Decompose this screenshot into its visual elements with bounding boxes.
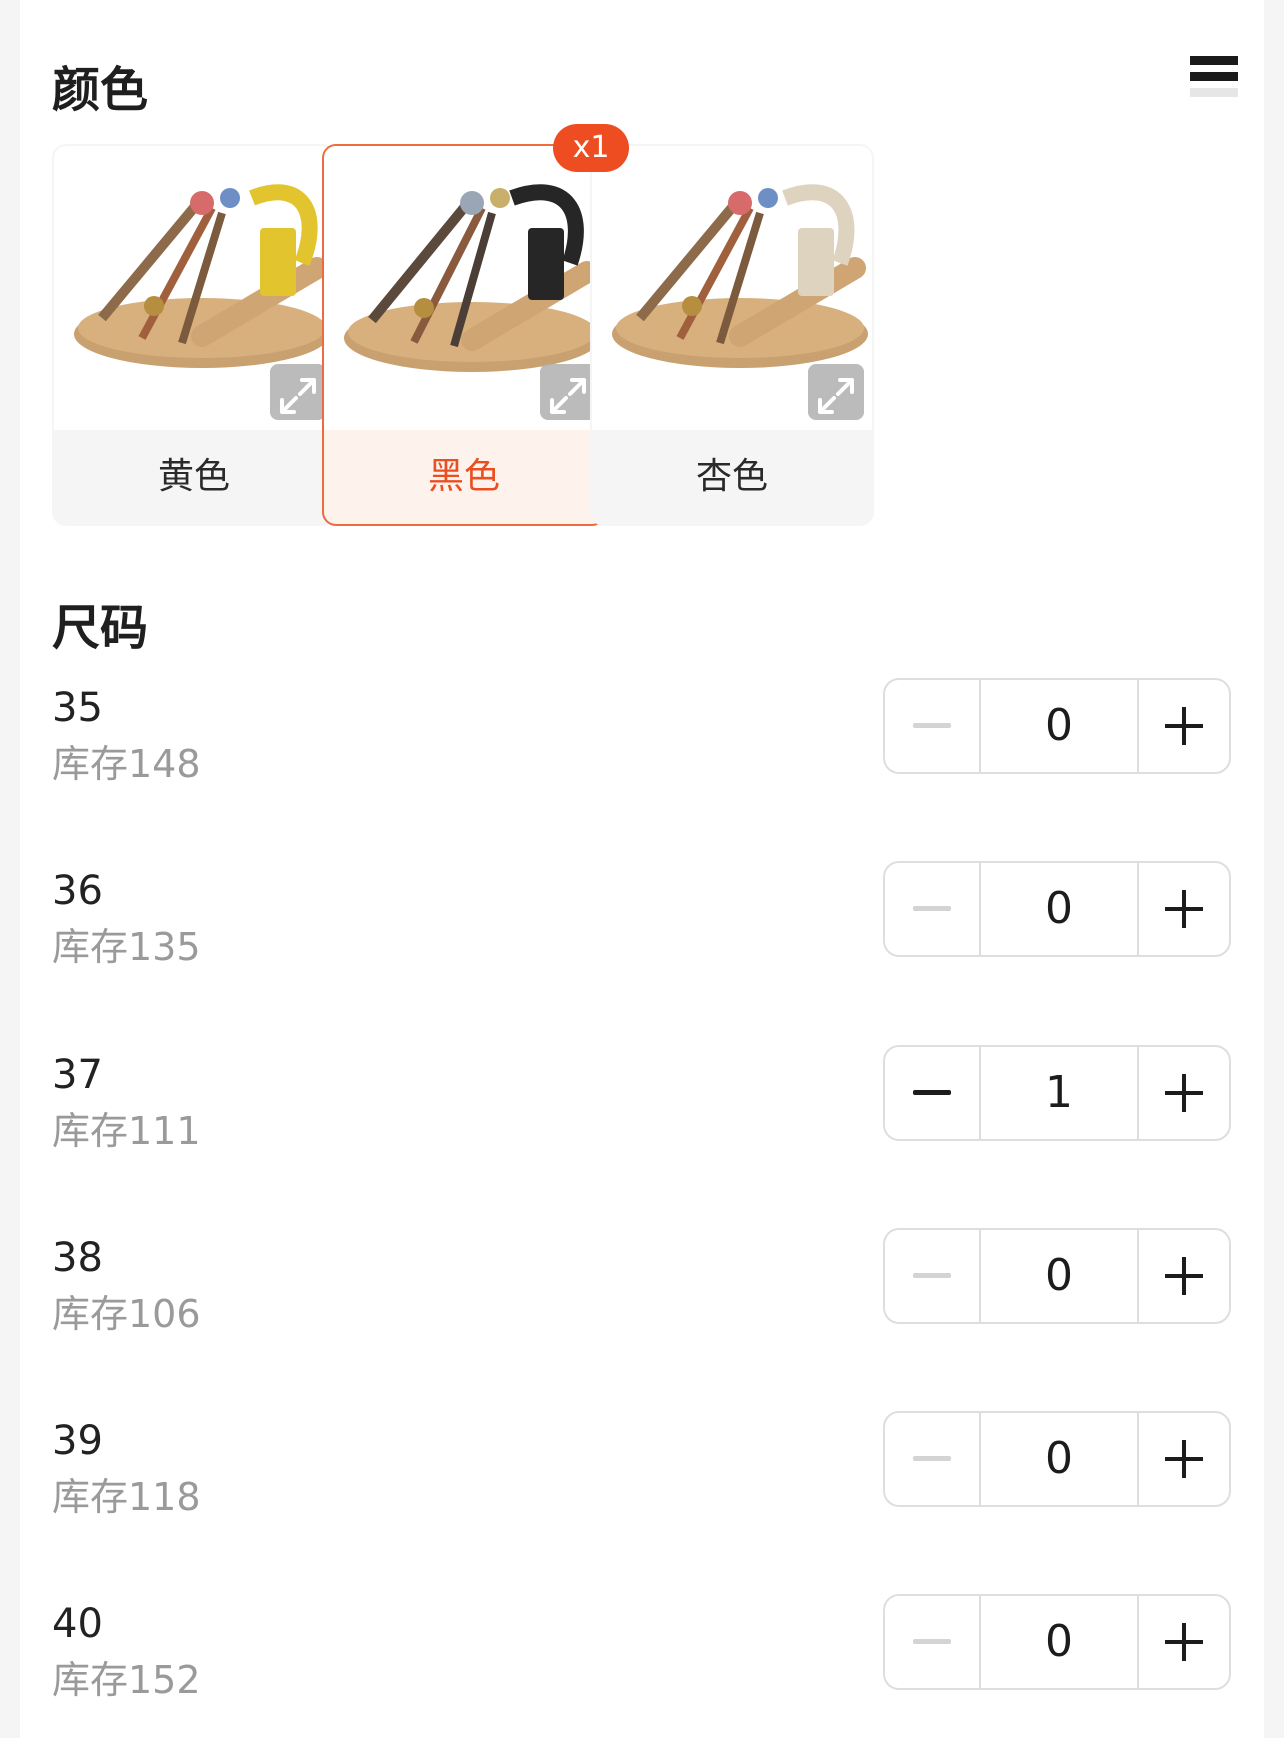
- minus-icon: [913, 1273, 951, 1278]
- quantity-stepper: [883, 1045, 1231, 1141]
- color-option-label: 黑色: [427, 456, 500, 497]
- size-value: 37: [52, 1052, 103, 1098]
- color-option-yellow[interactable]: 黄色: [52, 144, 336, 526]
- quantity-stepper: [883, 1411, 1231, 1507]
- size-row: 37 库存111: [52, 1045, 1264, 1153]
- quantity-input[interactable]: [981, 1047, 1139, 1139]
- decrease-button[interactable]: [885, 1596, 981, 1688]
- increase-button[interactable]: [1139, 1596, 1229, 1688]
- increase-button[interactable]: [1139, 863, 1229, 955]
- decrease-button[interactable]: [885, 1230, 981, 1322]
- expand-icon: [280, 378, 316, 414]
- quantity-input[interactable]: [981, 1413, 1139, 1505]
- stock-count: 库存135: [52, 925, 201, 969]
- decrease-button[interactable]: [885, 680, 981, 772]
- color-option-label: 杏色: [695, 456, 768, 497]
- size-value: 38: [52, 1235, 103, 1281]
- minus-icon: [913, 1090, 951, 1095]
- quantity-input[interactable]: [981, 1596, 1139, 1688]
- expand-image-button[interactable]: [808, 364, 864, 420]
- product-image: [54, 146, 334, 430]
- selected-quantity-badge: x1: [553, 124, 629, 172]
- sku-panel: 颜色 黄色 黑色 杏色 x1 尺码 35 库存148 0 36 库存135 0 …: [20, 0, 1264, 1738]
- size-section-title: 尺码: [52, 600, 149, 656]
- color-option-apricot[interactable]: 杏色: [590, 144, 874, 526]
- color-option-black[interactable]: 黑色: [322, 144, 606, 526]
- size-value: 36: [52, 868, 103, 914]
- quantity-stepper: [883, 1228, 1231, 1324]
- stock-count: 库存111: [52, 1109, 201, 1153]
- stock-count: 库存106: [52, 1292, 201, 1336]
- minus-icon: [913, 723, 951, 728]
- quantity-stepper: [883, 1594, 1231, 1690]
- increase-button[interactable]: [1139, 1413, 1229, 1505]
- product-image: [592, 146, 872, 430]
- stock-count: 库存148: [52, 742, 201, 786]
- size-row: 40 库存152: [52, 1594, 1264, 1702]
- quantity-input[interactable]: [981, 1230, 1139, 1322]
- list-view-toggle[interactable]: [1190, 56, 1240, 106]
- size-value: 39: [52, 1418, 103, 1464]
- quantity-input[interactable]: [981, 680, 1139, 772]
- decrease-button[interactable]: [885, 863, 981, 955]
- size-row: 35 库存148: [52, 678, 1264, 786]
- expand-image-button[interactable]: [270, 364, 326, 420]
- stock-count: 库存118: [52, 1475, 201, 1519]
- decrease-button[interactable]: [885, 1047, 981, 1139]
- minus-icon: [913, 906, 951, 911]
- minus-icon: [913, 1456, 951, 1461]
- increase-button[interactable]: [1139, 1230, 1229, 1322]
- quantity-stepper: [883, 678, 1231, 774]
- size-value: 35: [52, 685, 103, 731]
- expand-image-button[interactable]: [540, 364, 596, 420]
- expand-icon: [550, 378, 586, 414]
- expand-icon: [818, 378, 854, 414]
- size-row: 36 库存135: [52, 861, 1264, 969]
- increase-button[interactable]: [1139, 1047, 1229, 1139]
- quantity-input[interactable]: [981, 863, 1139, 955]
- size-row: 39 库存118: [52, 1411, 1264, 1519]
- color-option-label: 黄色: [157, 456, 230, 497]
- color-section-title: 颜色: [52, 62, 149, 118]
- increase-button[interactable]: [1139, 680, 1229, 772]
- size-value: 40: [52, 1601, 103, 1647]
- quantity-stepper: [883, 861, 1231, 957]
- product-image: [324, 146, 604, 430]
- minus-icon: [913, 1639, 951, 1644]
- stock-count: 库存152: [52, 1658, 201, 1702]
- decrease-button[interactable]: [885, 1413, 981, 1505]
- size-row: 38 库存106: [52, 1228, 1264, 1336]
